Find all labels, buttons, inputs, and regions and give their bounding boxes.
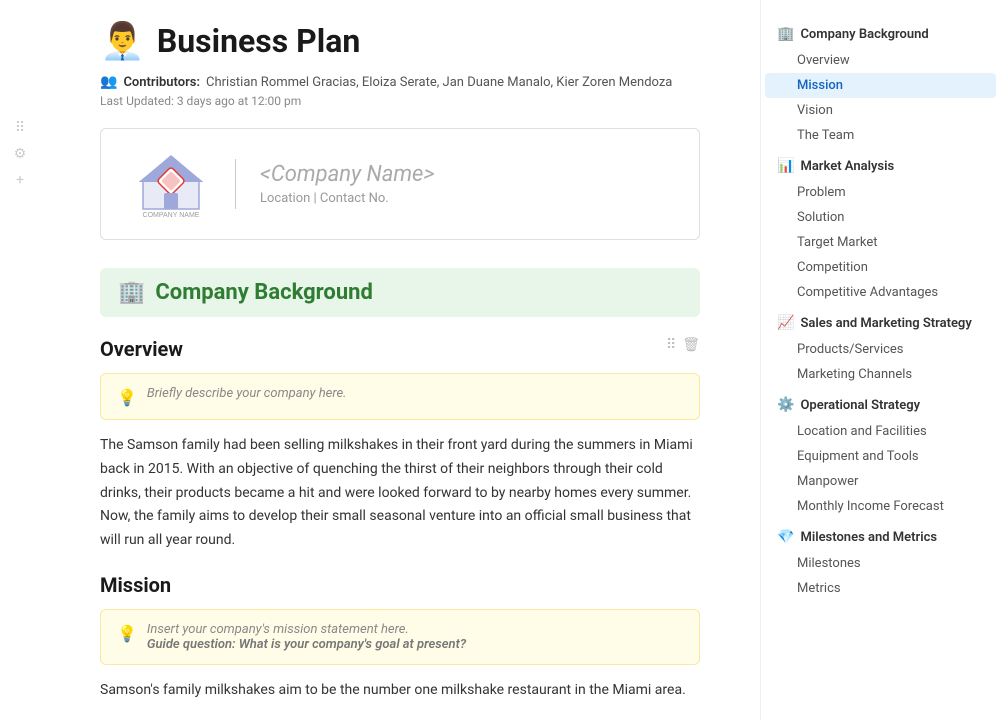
sidebar-section-milestones: 💎 Milestones and Metrics Milestones Metr… <box>761 523 1000 601</box>
sidebar-section-header-market[interactable]: 📊 Market Analysis <box>761 152 1000 180</box>
sidebar-item-problem[interactable]: Problem <box>765 180 996 205</box>
sidebar-section-header-operational[interactable]: ⚙️ Operational Strategy <box>761 391 1000 419</box>
mission-hint-text: Insert your company's mission statement … <box>147 622 466 637</box>
overview-block: ⠿ 🗑 Overview 💡 Briefly describe your com… <box>100 337 700 420</box>
sidebar-item-solution[interactable]: Solution <box>765 205 996 230</box>
contributors-label: Contributors: <box>123 75 200 90</box>
mission-hint-icon: 💡 <box>117 624 137 643</box>
company-background-icon: 🏢 <box>118 280 145 305</box>
left-toolbar: ⠿ ⚙ + <box>0 0 40 720</box>
page-header: 👨‍💼 Business Plan <box>100 20 700 62</box>
sidebar-item-overview[interactable]: Overview <box>765 48 996 73</box>
sidebar-item-products-services[interactable]: Products/Services <box>765 337 996 362</box>
sidebar-market-label: Market Analysis <box>800 159 894 174</box>
company-divider <box>235 159 236 209</box>
main-content: 👨‍💼 Business Plan 👥 Contributors: Christ… <box>40 0 760 720</box>
sidebar-section-company-background: 🏢 Company Background Overview Mission Vi… <box>761 20 1000 148</box>
sidebar-item-equipment-tools[interactable]: Equipment and Tools <box>765 444 996 469</box>
overview-hint-text: Briefly describe your company here. <box>147 386 347 401</box>
company-background-title: Company Background <box>155 280 372 305</box>
sidebar-item-vision[interactable]: Vision <box>765 98 996 123</box>
overview-heading: Overview <box>100 337 700 361</box>
sidebar-item-mission[interactable]: Mission <box>765 73 996 98</box>
sidebar-company-label: Company Background <box>800 27 928 42</box>
block-controls: ⠿ 🗑 <box>666 337 700 353</box>
sidebar-item-competitive-advantages[interactable]: Competitive Advantages <box>765 280 996 305</box>
last-updated: Last Updated: 3 days ago at 12:00 pm <box>100 94 700 108</box>
company-name-placeholder: <Company Name> <box>260 162 435 187</box>
sidebar-item-manpower[interactable]: Manpower <box>765 469 996 494</box>
sidebar-section-market-analysis: 📊 Market Analysis Problem Solution Targe… <box>761 152 1000 305</box>
mission-heading: Mission <box>100 573 700 597</box>
hint-bulb-icon: 💡 <box>117 388 137 407</box>
sidebar-item-competition[interactable]: Competition <box>765 255 996 280</box>
svg-text:COMPANY NAME: COMPANY NAME <box>143 212 200 219</box>
overview-hint-box: 💡 Briefly describe your company here. <box>100 373 700 420</box>
sidebar-company-icon: 🏢 <box>777 26 794 42</box>
mission-body-text: Samson's family milkshakes aim to be the… <box>100 679 700 703</box>
sidebar-milestones-icon: 💎 <box>777 529 794 545</box>
overview-body-text: The Samson family had been selling milks… <box>100 434 700 553</box>
company-info: <Company Name> Location | Contact No. <box>260 162 435 206</box>
block-delete-icon[interactable]: 🗑 <box>682 337 700 353</box>
sidebar-operational-icon: ⚙️ <box>777 397 794 413</box>
sidebar-market-icon: 📊 <box>777 158 794 174</box>
mission-guide-text: Guide question: What is your company's g… <box>147 637 466 652</box>
sidebar-section-operational: ⚙️ Operational Strategy Location and Fac… <box>761 391 1000 519</box>
add-block-icon[interactable]: + <box>16 172 24 188</box>
sidebar-item-metrics[interactable]: Metrics <box>765 576 996 601</box>
sidebar-sales-label: Sales and Marketing Strategy <box>800 316 971 331</box>
contributors-line: 👥 Contributors: Christian Rommel Gracias… <box>100 74 700 90</box>
sidebar-operational-label: Operational Strategy <box>800 398 920 413</box>
sidebar-item-milestones[interactable]: Milestones <box>765 551 996 576</box>
page-title: Business Plan <box>157 22 360 60</box>
sidebar-item-location-facilities[interactable]: Location and Facilities <box>765 419 996 444</box>
sidebar-item-target-market[interactable]: Target Market <box>765 230 996 255</box>
sidebar-sales-icon: 📈 <box>777 315 794 331</box>
mission-hint-box: 💡 Insert your company's mission statemen… <box>100 609 700 665</box>
sidebar-item-marketing-channels[interactable]: Marketing Channels <box>765 362 996 387</box>
company-contact-placeholder: Location | Contact No. <box>260 191 435 206</box>
company-logo: COMPANY NAME <box>131 149 211 219</box>
right-sidebar: 🏢 Company Background Overview Mission Vi… <box>760 0 1000 720</box>
sidebar-section-sales-marketing: 📈 Sales and Marketing Strategy Products/… <box>761 309 1000 387</box>
sidebar-milestones-label: Milestones and Metrics <box>800 530 937 545</box>
sidebar-section-header-milestones[interactable]: 💎 Milestones and Metrics <box>761 523 1000 551</box>
sidebar-section-header-sales[interactable]: 📈 Sales and Marketing Strategy <box>761 309 1000 337</box>
drag-handle-icon[interactable]: ⠿ <box>15 120 25 136</box>
page-emoji: 👨‍💼 <box>100 20 145 62</box>
sidebar-item-monthly-income[interactable]: Monthly Income Forecast <box>765 494 996 519</box>
block-drag-icon[interactable]: ⠿ <box>666 337 676 353</box>
sidebar-item-the-team[interactable]: The Team <box>765 123 996 148</box>
company-background-banner: 🏢 Company Background <box>100 268 700 317</box>
contributors-list: Christian Rommel Gracias, Eloiza Serate,… <box>206 75 672 90</box>
contributors-icon: 👥 <box>100 74 117 90</box>
company-card: COMPANY NAME <Company Name> Location | C… <box>100 128 700 240</box>
sidebar-section-header-company[interactable]: 🏢 Company Background <box>761 20 1000 48</box>
settings-icon[interactable]: ⚙ <box>14 146 27 162</box>
